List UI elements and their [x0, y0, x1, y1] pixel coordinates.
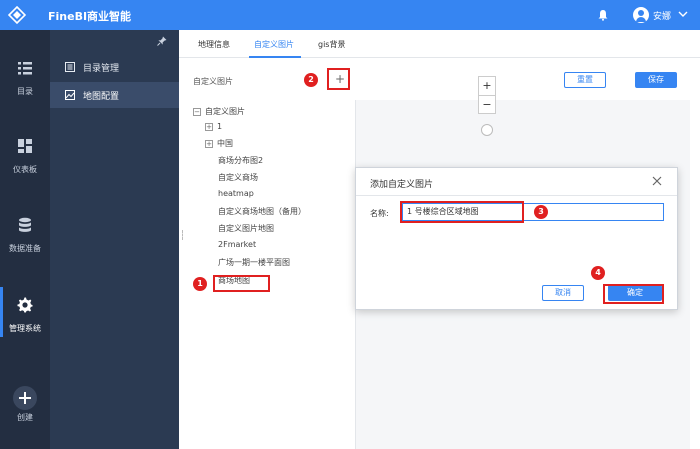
- tree-item[interactable]: 2Fmarket: [218, 240, 256, 254]
- catalog-icon: [65, 62, 75, 72]
- nav-item-management[interactable]: 管理系统: [0, 287, 50, 367]
- tree-item[interactable]: 自定义商场地图（备用）: [218, 206, 306, 220]
- nav-item-label: 目录: [17, 87, 33, 96]
- tab-active-underline: [249, 56, 301, 58]
- tree-item[interactable]: +1: [205, 122, 222, 136]
- close-icon[interactable]: [652, 176, 662, 186]
- panel-title: 自定义图片: [193, 77, 233, 86]
- list-icon: [18, 62, 32, 75]
- sub-item-label: 目录管理: [83, 64, 120, 74]
- tree-item-label: 1: [217, 122, 223, 131]
- nav-item-catalog[interactable]: 目录: [0, 60, 50, 130]
- nav-item-create[interactable]: 创建: [0, 386, 50, 449]
- chevron-down-icon[interactable]: [678, 10, 688, 18]
- zoom-control: + −: [478, 76, 496, 114]
- sub-item-catalog-management[interactable]: 目录管理: [50, 54, 179, 80]
- tree-root[interactable]: − 自定义图片: [193, 106, 245, 120]
- nav-item-label: 创建: [17, 413, 33, 422]
- map-config-icon: [65, 90, 75, 100]
- compass-icon[interactable]: [481, 124, 493, 136]
- tree-item[interactable]: 自定义商场: [218, 172, 258, 186]
- tab-bar: 地理信息 自定义图片 gis背景: [179, 30, 700, 58]
- reset-button[interactable]: 重置: [564, 72, 606, 88]
- tree-item[interactable]: 商场分布图2: [218, 155, 263, 169]
- annotation-box-4: [603, 284, 664, 304]
- name-label: 名称:: [370, 209, 389, 218]
- collapse-toggle-icon[interactable]: −: [193, 107, 201, 116]
- dialog-header: 添加自定义图片: [356, 168, 677, 196]
- sub-item-label: 地图配置: [83, 92, 120, 102]
- sub-item-map-config[interactable]: 地图配置: [50, 82, 179, 108]
- database-icon: [19, 217, 31, 232]
- nav-item-data-prep[interactable]: 数据准备: [0, 217, 50, 287]
- dashboard-icon: [18, 139, 32, 153]
- panel-splitter-handle[interactable]: [182, 230, 184, 240]
- user-avatar[interactable]: [633, 7, 649, 23]
- annotation-badge-4: 4: [591, 266, 605, 280]
- left-nav: 目录 仪表板 数据准备 管理系统 创建: [0, 30, 50, 449]
- dialog-title: 添加自定义图片: [370, 180, 434, 190]
- tree-item[interactable]: 自定义图片地图: [218, 223, 274, 237]
- plus-icon: [19, 392, 31, 404]
- tab-geo-info[interactable]: 地理信息: [198, 39, 230, 50]
- app-title: FineBI商业智能: [48, 10, 132, 23]
- save-button[interactable]: 保存: [635, 72, 677, 88]
- finebi-logo-icon: [8, 6, 26, 24]
- bell-icon[interactable]: [597, 9, 609, 21]
- tree-item-label: 中国: [217, 139, 233, 148]
- pin-icon[interactable]: [157, 36, 167, 46]
- tree-item[interactable]: heatmap: [218, 189, 254, 203]
- annotation-box-1: [213, 275, 270, 292]
- zoom-out-button[interactable]: −: [479, 95, 495, 113]
- expand-toggle-icon[interactable]: +: [205, 139, 213, 148]
- tab-custom-image[interactable]: 自定义图片: [254, 39, 294, 50]
- annotation-badge-2: 2: [304, 73, 318, 87]
- nav-item-label: 数据准备: [9, 244, 41, 253]
- nav-item-dashboard[interactable]: 仪表板: [0, 138, 50, 208]
- top-bar: FineBI商业智能 安娜: [0, 0, 700, 30]
- expand-toggle-icon[interactable]: +: [205, 122, 213, 131]
- cancel-button[interactable]: 取消: [542, 285, 584, 301]
- nav-item-label: 仪表板: [13, 165, 37, 174]
- tab-gis-background[interactable]: gis背景: [318, 39, 345, 50]
- user-name[interactable]: 安娜: [653, 9, 671, 22]
- annotation-box-2: [327, 68, 350, 90]
- annotation-badge-3: 3: [534, 205, 548, 219]
- tree-item[interactable]: + 中国: [205, 138, 233, 152]
- tree-root-label: 自定义图片: [205, 107, 245, 116]
- nav-item-label: 管理系统: [9, 324, 41, 333]
- sub-nav: 目录管理 地图配置: [50, 30, 179, 449]
- zoom-in-button[interactable]: +: [479, 77, 495, 95]
- annotation-badge-1: 1: [193, 277, 207, 291]
- gear-icon: [17, 297, 33, 313]
- create-button[interactable]: [13, 386, 37, 410]
- annotation-box-3: [400, 201, 524, 223]
- tree-item[interactable]: 广场一期一楼平面图: [218, 257, 290, 271]
